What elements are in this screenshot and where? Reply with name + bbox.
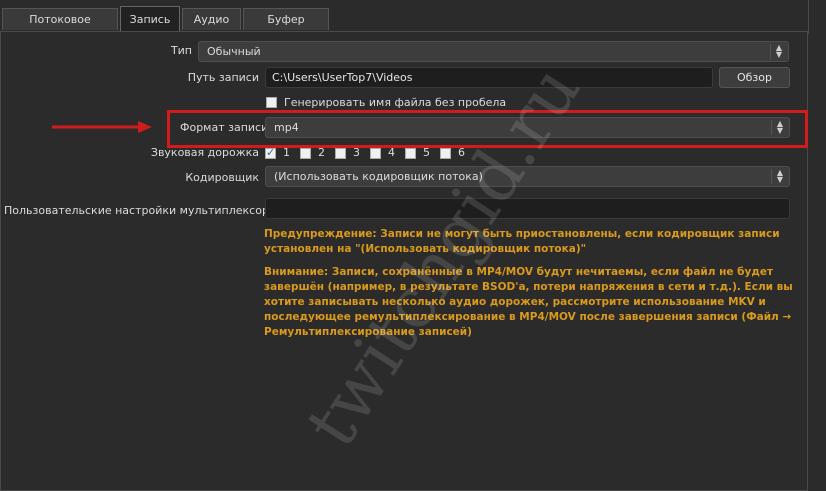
encoder-value: (Использовать кодировщик потока) [274, 170, 483, 183]
red-arrow-icon [52, 121, 152, 133]
tab-audio[interactable]: Аудио [182, 8, 241, 30]
type-label: Тип [170, 44, 192, 57]
no-space-checkbox[interactable] [266, 97, 277, 108]
tab-recording[interactable]: Запись [120, 6, 180, 32]
track-6-checkbox[interactable] [440, 148, 451, 159]
tab-replay-buffer[interactable]: Буфер повтора [243, 8, 329, 48]
type-value: Обычный [207, 45, 261, 58]
pause-warning-text: Предупреждение: Записи не могут быть при… [264, 228, 780, 255]
chevron-updown-icon: ▲ ▼ [770, 44, 785, 59]
track-3-checkbox[interactable] [335, 148, 346, 159]
format-highlight-box [167, 110, 808, 148]
path-label: Путь записи [187, 71, 259, 84]
path-input[interactable]: C:\Users\UserTop7\Videos [265, 67, 713, 88]
track-5-checkbox[interactable] [405, 148, 416, 159]
no-space-label: Генерировать имя файла без пробела [284, 96, 507, 109]
chevron-updown-icon: ▲ ▼ [771, 169, 786, 184]
type-select[interactable]: Обычный ▲ ▼ [198, 41, 789, 62]
tab-streaming[interactable]: Потоковое вещание [2, 8, 118, 48]
encoder-select[interactable]: (Использовать кодировщик потока) ▲ ▼ [265, 166, 790, 187]
tab-bar: Потоковое вещание Запись Аудио Буфер пов… [0, 0, 826, 48]
muxer-label: Пользовательские настройки мультиплексор… [4, 204, 276, 217]
track-1-checkbox[interactable] [265, 146, 276, 159]
track-2-checkbox[interactable] [300, 148, 311, 159]
muxer-input[interactable] [265, 198, 790, 219]
divider [808, 0, 809, 34]
mp4-warning-text: Внимание: Записи, сохранённые в MP4/MOV … [264, 266, 793, 338]
browse-button[interactable]: Обзор [719, 67, 790, 88]
encoder-label: Кодировщик [185, 171, 259, 184]
track-4-checkbox[interactable] [370, 148, 381, 159]
